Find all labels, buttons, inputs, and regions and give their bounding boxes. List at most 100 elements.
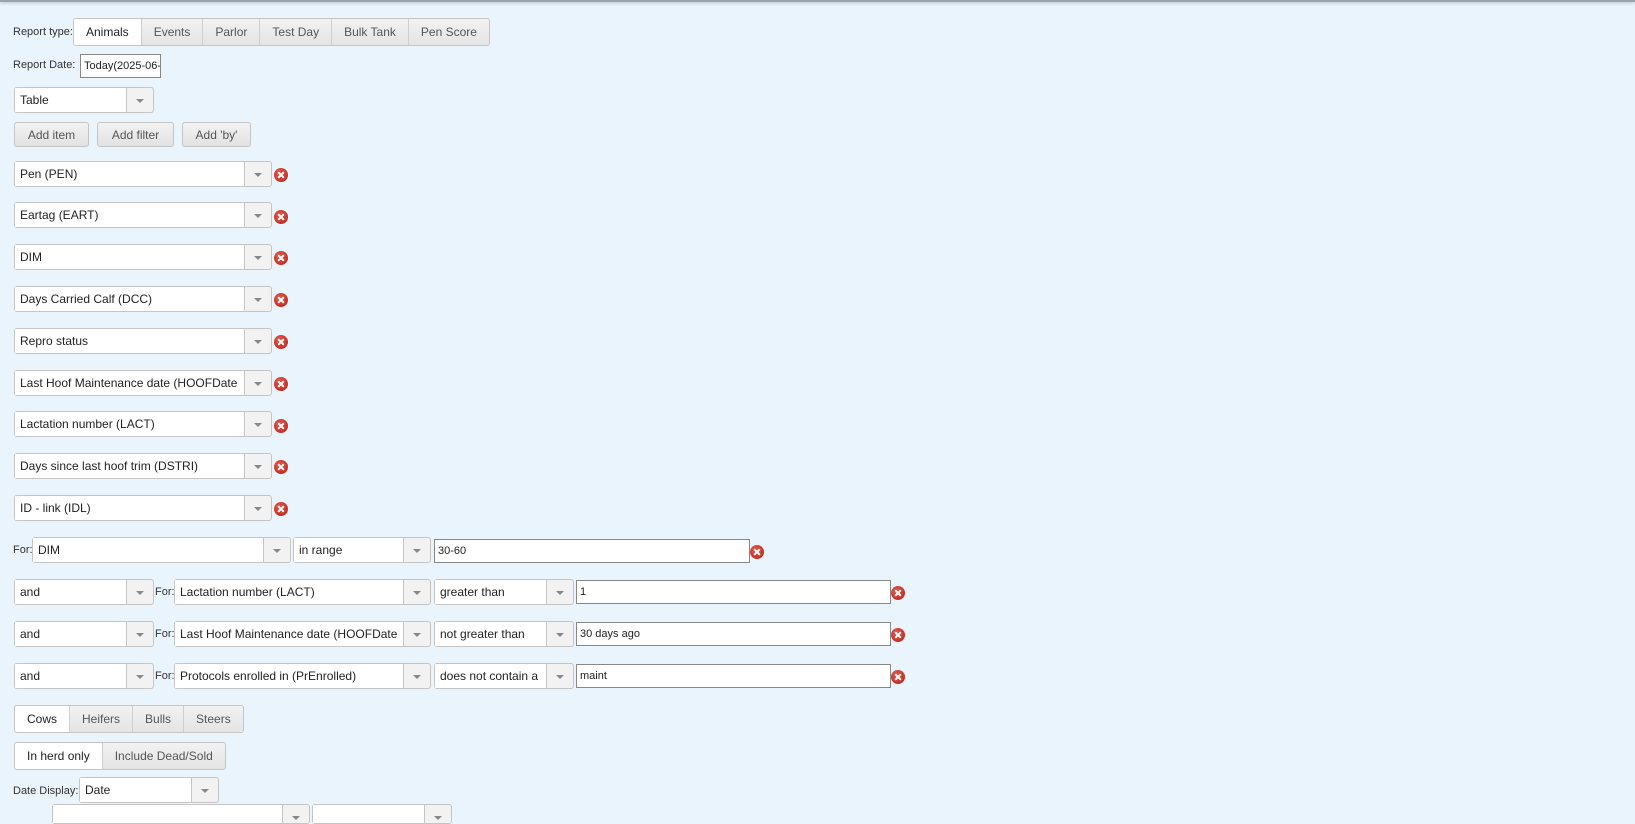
item-select[interactable]: Pen (PEN)	[14, 161, 272, 187]
filter-conjunction-value: and	[15, 664, 127, 688]
chevron-down-icon[interactable]	[283, 805, 309, 823]
chevron-down-icon[interactable]	[127, 88, 153, 112]
filter-field-value: Lactation number (LACT)	[175, 580, 404, 604]
report-type-events[interactable]: Events	[141, 19, 204, 45]
item-select[interactable]: Repro status	[14, 328, 272, 354]
chevron-down-icon[interactable]	[404, 580, 430, 604]
add-filter-button[interactable]: Add filter	[97, 122, 174, 147]
report-type-test-day[interactable]: Test Day	[260, 19, 333, 45]
filter-field-value: DIM	[33, 538, 264, 562]
item-select[interactable]: DIM	[14, 244, 272, 270]
chevron-down-icon[interactable]	[127, 622, 153, 646]
chevron-down-icon[interactable]	[245, 329, 271, 353]
view-select-value: Table	[15, 88, 127, 112]
remove-item-icon[interactable]	[274, 251, 288, 265]
filter-operator-value: in range	[294, 538, 404, 562]
item-select[interactable]: Days Carried Calf (DCC)	[14, 286, 272, 312]
filter-conjunction-select[interactable]: and	[14, 579, 154, 605]
animal-type-cows[interactable]: Cows	[15, 706, 71, 732]
filter-operator-value: does not contain a	[435, 664, 547, 688]
item-select-value: Days since last hoof trim (DSTRI)	[15, 454, 245, 478]
chevron-down-icon[interactable]	[547, 580, 573, 604]
filter-value-input[interactable]: maint	[576, 664, 891, 688]
animal-type-bulls[interactable]: Bulls	[133, 706, 185, 732]
filter-operator-select[interactable]: in range	[293, 537, 431, 563]
remove-item-icon[interactable]	[274, 377, 288, 391]
filter-operator-select[interactable]: greater than	[434, 579, 574, 605]
remove-item-icon[interactable]	[274, 293, 288, 307]
item-select-value: Last Hoof Maintenance date (HOOFDate	[15, 371, 245, 395]
herd-scope-include-dead-sold[interactable]: Include Dead/Sold	[102, 743, 225, 769]
view-select[interactable]: Table	[14, 87, 154, 113]
herd-scope-in-herd[interactable]: In herd only	[15, 743, 103, 769]
remove-item-icon[interactable]	[274, 460, 288, 474]
item-select[interactable]: Days since last hoof trim (DSTRI)	[14, 453, 272, 479]
filter-operator-select[interactable]: not greater than	[434, 621, 574, 647]
chevron-down-icon[interactable]	[245, 245, 271, 269]
filter-field-select[interactable]: Lactation number (LACT)	[174, 579, 431, 605]
filter-conjunction-select[interactable]: and	[14, 663, 154, 689]
filter-operator-value: greater than	[435, 580, 547, 604]
add-item-button[interactable]: Add item	[14, 122, 89, 147]
date-display-label: Date Display:	[13, 785, 79, 797]
chevron-down-icon[interactable]	[547, 622, 573, 646]
item-select[interactable]: ID - link (IDL)	[14, 495, 272, 521]
chevron-down-icon[interactable]	[404, 538, 430, 562]
filter-value-input[interactable]: 30 days ago	[576, 622, 891, 646]
chevron-down-icon[interactable]	[127, 664, 153, 688]
remove-item-icon[interactable]	[274, 502, 288, 516]
chevron-down-icon[interactable]	[192, 778, 218, 802]
chevron-down-icon[interactable]	[264, 538, 290, 562]
partial-select[interactable]	[312, 804, 452, 824]
report-date-input[interactable]: Today(2025-06-0	[80, 54, 161, 78]
filter-for-label: For:	[155, 628, 175, 640]
chevron-down-icon[interactable]	[245, 371, 271, 395]
filter-conjunction-select[interactable]: and	[14, 621, 154, 647]
remove-item-icon[interactable]	[274, 419, 288, 433]
item-select[interactable]: Lactation number (LACT)	[14, 411, 272, 437]
remove-filter-icon[interactable]	[891, 670, 905, 684]
chevron-down-icon[interactable]	[425, 805, 451, 823]
filter-field-value: Last Hoof Maintenance date (HOOFDate	[175, 622, 404, 646]
animal-type-heifers[interactable]: Heifers	[70, 706, 134, 732]
item-select[interactable]: Last Hoof Maintenance date (HOOFDate	[14, 370, 272, 396]
filter-operator-select[interactable]: does not contain a	[434, 663, 574, 689]
chevron-down-icon[interactable]	[245, 162, 271, 186]
date-display-select[interactable]: Date	[79, 777, 219, 803]
report-type-pen-score[interactable]: Pen Score	[408, 19, 489, 45]
chevron-down-icon[interactable]	[404, 622, 430, 646]
remove-item-icon[interactable]	[274, 335, 288, 349]
report-type-bulk-tank[interactable]: Bulk Tank	[332, 19, 409, 45]
remove-item-icon[interactable]	[274, 210, 288, 224]
chevron-down-icon[interactable]	[245, 412, 271, 436]
filter-conjunction-value: and	[15, 580, 127, 604]
remove-filter-icon[interactable]	[891, 586, 905, 600]
filter-for-label: For:	[155, 586, 175, 598]
filter-conjunction-value: and	[15, 622, 127, 646]
partial-select-value	[53, 805, 283, 823]
remove-filter-icon[interactable]	[750, 545, 764, 559]
animal-type-steers[interactable]: Steers	[184, 706, 243, 732]
filter-field-select[interactable]: DIM	[32, 537, 291, 563]
item-select[interactable]: Eartag (EART)	[14, 202, 272, 228]
add-by-button[interactable]: Add 'by'	[182, 122, 251, 147]
remove-item-icon[interactable]	[274, 168, 288, 182]
chevron-down-icon[interactable]	[245, 454, 271, 478]
chevron-down-icon[interactable]	[127, 580, 153, 604]
partial-select-value	[313, 805, 425, 823]
report-type-label: Report type:	[13, 26, 73, 38]
top-bar	[0, 0, 1635, 2]
report-type-animals[interactable]: Animals	[74, 19, 142, 45]
filter-value-input[interactable]: 1	[576, 580, 891, 604]
filter-value-input[interactable]: 30-60	[434, 539, 750, 563]
chevron-down-icon[interactable]	[547, 664, 573, 688]
report-type-parlor[interactable]: Parlor	[203, 19, 261, 45]
partial-select[interactable]	[52, 804, 310, 824]
chevron-down-icon[interactable]	[245, 203, 271, 227]
chevron-down-icon[interactable]	[404, 664, 430, 688]
filter-field-select[interactable]: Protocols enrolled in (PrEnrolled)	[174, 663, 431, 689]
filter-field-select[interactable]: Last Hoof Maintenance date (HOOFDate	[174, 621, 431, 647]
chevron-down-icon[interactable]	[245, 287, 271, 311]
remove-filter-icon[interactable]	[891, 628, 905, 642]
chevron-down-icon[interactable]	[245, 496, 271, 520]
